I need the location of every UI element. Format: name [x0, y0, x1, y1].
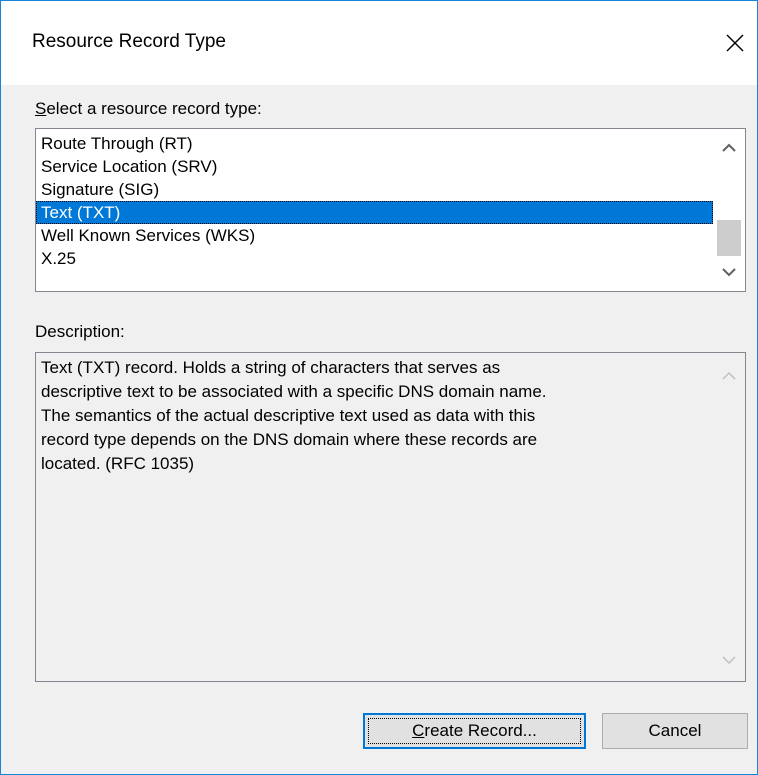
record-type-item[interactable]: Service Location (SRV) — [36, 155, 713, 178]
description-line: record type depends on the DNS domain wh… — [41, 430, 538, 449]
description-label: Description: — [35, 322, 125, 341]
record-type-item[interactable]: X.25 — [36, 247, 713, 270]
list-scrollbar[interactable] — [713, 129, 745, 291]
focus-rect — [368, 718, 581, 744]
cancel-button[interactable]: Cancel — [602, 713, 748, 749]
title-bar[interactable]: Resource Record Type — [1, 1, 757, 85]
description-line: The semantics of the actual descriptive … — [41, 406, 536, 425]
description-text: Text (TXT) record. Holds a string of cha… — [41, 356, 711, 476]
chevron-down-icon — [722, 656, 736, 665]
description-box: Text (TXT) record. Holds a string of cha… — [35, 352, 746, 682]
description-scrollbar — [713, 353, 745, 681]
record-type-item[interactable]: Route Through (RT) — [36, 132, 713, 155]
record-type-listbox[interactable]: Route Through (RT) Service Location (SRV)… — [35, 128, 746, 292]
description-line: Text (TXT) record. Holds a string of cha… — [41, 358, 501, 377]
chevron-down-icon — [722, 268, 736, 277]
chevron-up-icon — [722, 143, 736, 152]
record-type-item[interactable]: Text (TXT) — [36, 201, 713, 224]
description-line: located. (RFC 1035) — [41, 454, 195, 473]
record-type-item[interactable]: Signature (SIG) — [36, 178, 713, 201]
close-icon — [726, 34, 744, 52]
scroll-down-button[interactable] — [713, 259, 745, 285]
description-line: descriptive text to be associated with a… — [41, 382, 547, 401]
create-record-button[interactable]: Create Record... — [363, 713, 586, 749]
record-type-list: Route Through (RT) Service Location (SRV)… — [36, 132, 713, 270]
desc-scroll-up — [713, 363, 745, 389]
dialog-window: Resource Record Type Select a resource r… — [0, 0, 758, 775]
dialog-title: Resource Record Type — [32, 31, 226, 52]
desc-scroll-down — [713, 647, 745, 673]
select-record-type-label: Select a resource record type: — [35, 99, 262, 118]
close-button[interactable] — [713, 15, 757, 71]
scroll-up-button[interactable] — [713, 135, 745, 161]
scroll-thumb[interactable] — [717, 220, 741, 256]
chevron-up-icon — [722, 371, 736, 380]
record-type-item[interactable]: Well Known Services (WKS) — [36, 224, 713, 247]
